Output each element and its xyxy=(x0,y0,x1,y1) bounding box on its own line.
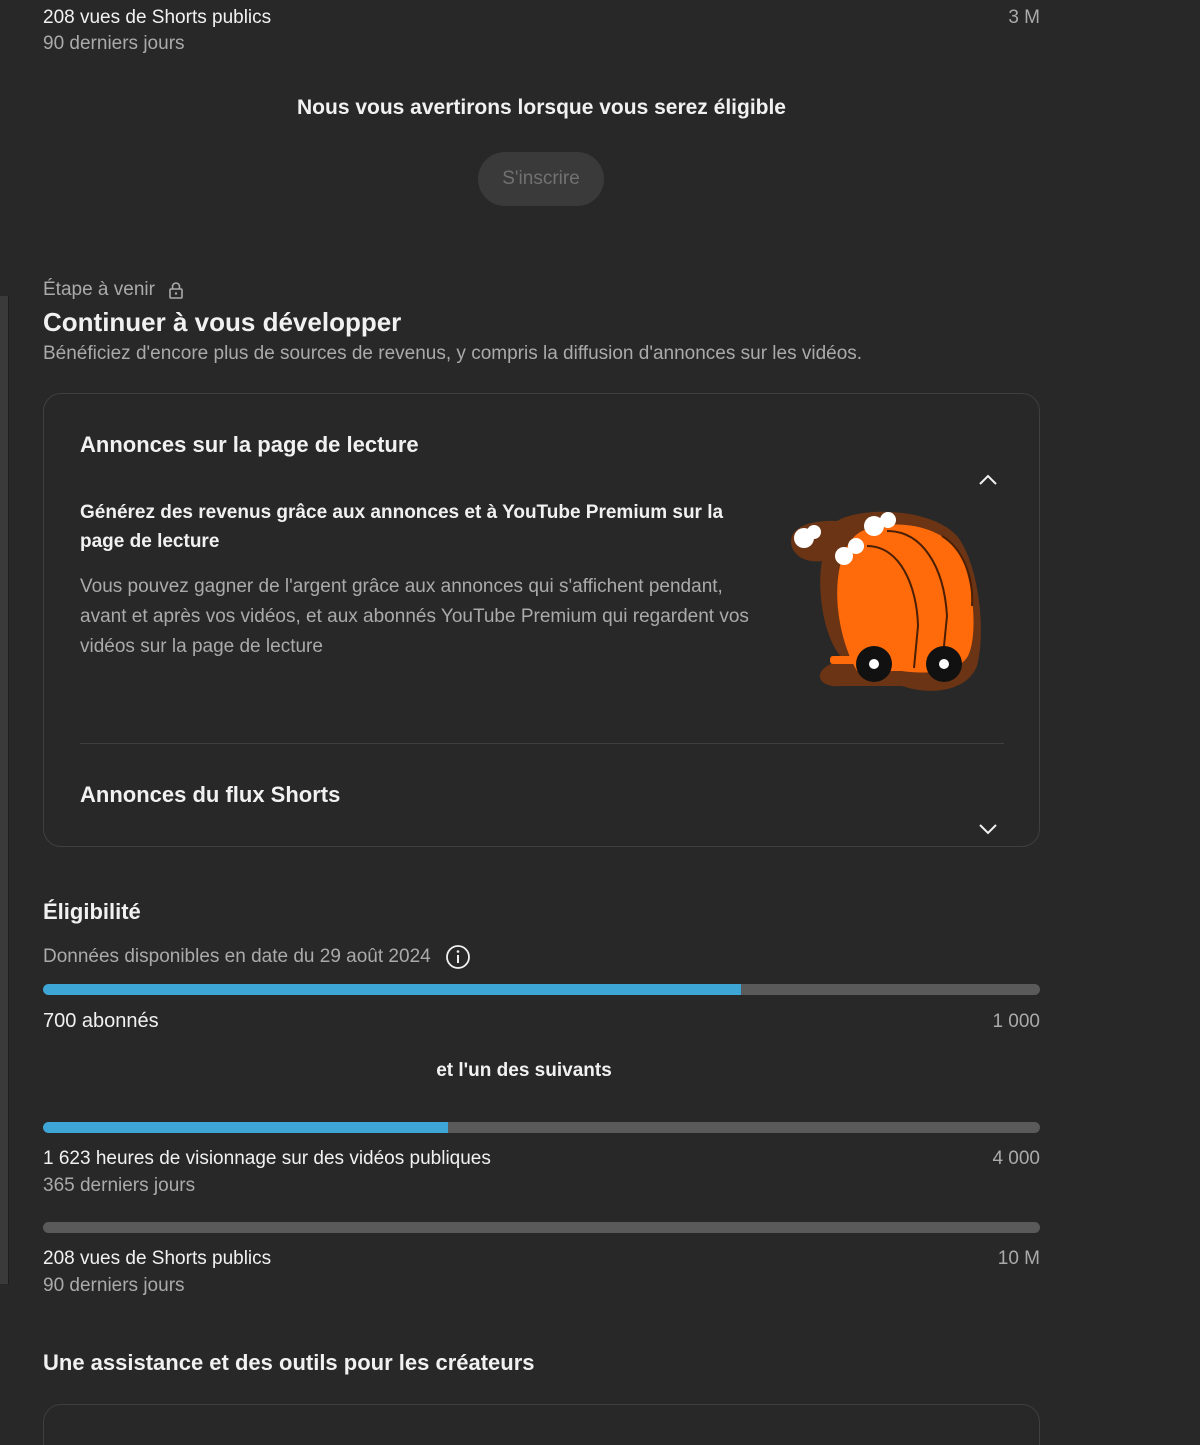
top-stat-row: 208 vues de Shorts publics 90 derniers j… xyxy=(43,5,1040,57)
watch-hours-progress-fill xyxy=(43,1122,448,1133)
stage-label: Étape à venir xyxy=(43,279,185,301)
chevron-up-icon[interactable] xyxy=(977,469,999,491)
watch-hours-sub: 365 derniers jours xyxy=(43,1175,196,1196)
card-divider xyxy=(80,743,1004,744)
chevron-down-icon[interactable] xyxy=(977,818,999,840)
shorts-views-sub: 90 derniers jours xyxy=(43,1275,185,1296)
subscribers-label: 700 abonnés xyxy=(43,1010,159,1032)
subscribe-button[interactable]: S'inscrire xyxy=(478,152,604,206)
watch-hours-label: 1 623 heures de visionnage sur des vidéo… xyxy=(43,1148,491,1169)
shorts-views-progress-bar xyxy=(43,1222,1040,1233)
subscribers-progress-bar xyxy=(43,984,1040,995)
watch-hours-target: 4 000 xyxy=(992,1148,1040,1169)
monetization-card: Annonces sur la page de lecture Générez … xyxy=(43,393,1040,847)
notify-text: Nous vous avertirons lorsque vous serez … xyxy=(297,96,786,119)
info-icon[interactable] xyxy=(445,944,471,970)
eligibility-title: Éligibilité xyxy=(43,899,141,924)
shorts-views-target: 10 M xyxy=(997,1248,1040,1269)
eligibility-date: Données disponibles en date du 29 août 2… xyxy=(43,946,431,967)
shorts-views-label: 208 vues de Shorts publics xyxy=(43,1248,272,1269)
top-stat-value: 3 M xyxy=(1008,7,1040,28)
watch-hours-progress-bar xyxy=(43,1122,1040,1133)
watch-page-ads-title[interactable]: Annonces sur la page de lecture xyxy=(80,432,419,458)
creator-tools-title: Une assistance et des outils pour les cr… xyxy=(43,1350,535,1375)
section-description: Bénéficiez d'encore plus de sources de r… xyxy=(43,343,863,364)
subscribers-target: 1 000 xyxy=(992,1011,1040,1032)
shorts-views-row: 208 vues de Shorts publics 90 derniers j… xyxy=(43,1245,1040,1299)
left-scroll-edge xyxy=(0,296,9,1284)
eligibility-date-row: Données disponibles en date du 29 août 2… xyxy=(43,944,471,970)
creator-tools-card xyxy=(43,1404,1040,1445)
watch-hours-row: 1 623 heures de visionnage sur des vidéo… xyxy=(43,1145,1040,1199)
top-stat-sub: 90 derniers jours xyxy=(43,33,185,54)
top-stat-label: 208 vues de Shorts publics xyxy=(43,7,272,28)
shorts-feed-ads-title[interactable]: Annonces du flux Shorts xyxy=(80,782,340,808)
orange-cart-illustration xyxy=(782,506,992,696)
section-title: Continuer à vous développer xyxy=(43,307,402,337)
stage-label-text: Étape à venir xyxy=(43,279,155,300)
lock-icon xyxy=(167,281,185,299)
watch-page-ads-body: Vous pouvez gagner de l'argent grâce aux… xyxy=(80,576,749,657)
subscribers-progress-fill xyxy=(43,984,741,995)
subscribers-row: 700 abonnés 1 000 xyxy=(43,1008,1040,1035)
and-one-of-following: et l'un des suivants xyxy=(436,1060,612,1081)
watch-page-ads-subtitle: Générez des revenus grâce aux annonces e… xyxy=(80,502,724,552)
